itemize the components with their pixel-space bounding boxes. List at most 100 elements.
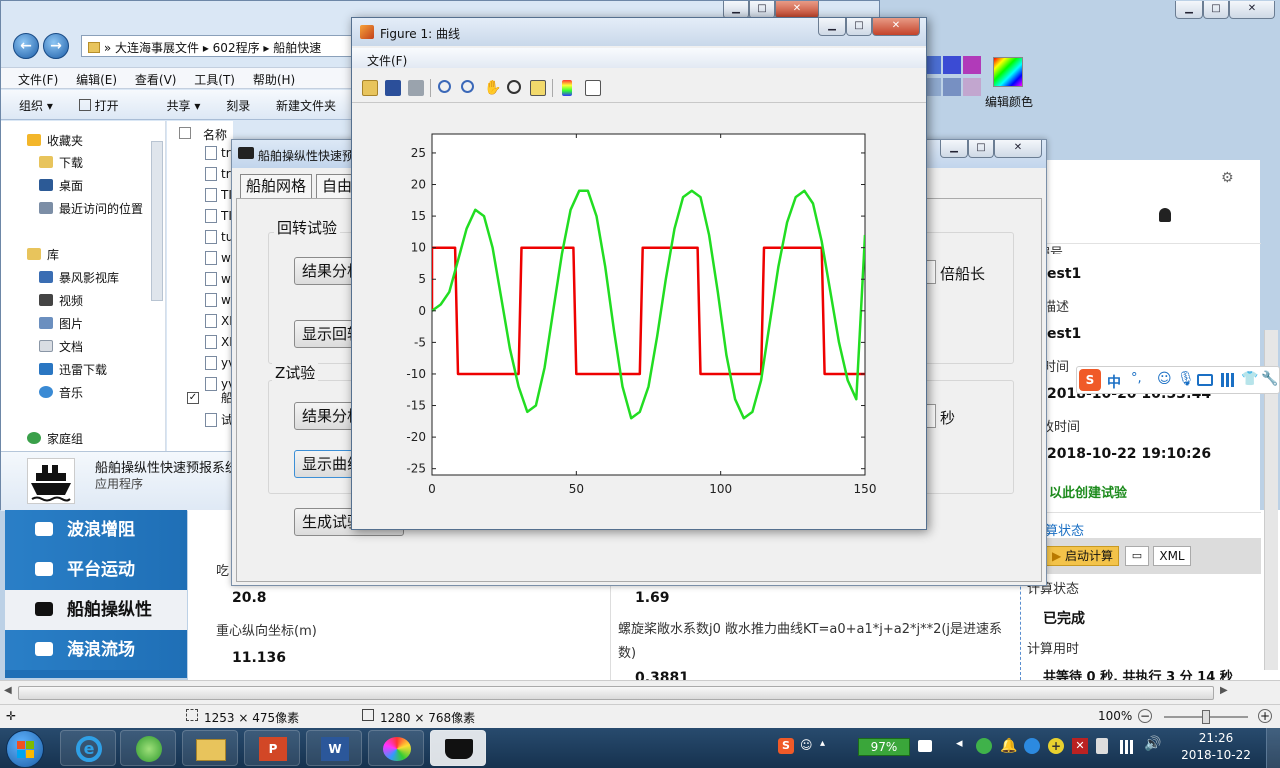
zoom-in-button[interactable]: + <box>1258 709 1272 723</box>
battery-percent[interactable]: 97% <box>858 738 910 756</box>
share-button[interactable]: 共享 ▾ <box>167 97 201 114</box>
nav-item-ship-maneuver[interactable]: 船舶操纵性 <box>5 590 187 630</box>
forward-icon[interactable]: → <box>43 33 69 59</box>
tree-favorites[interactable]: 收藏夹 <box>27 131 83 151</box>
word-taskbar-icon[interactable]: W <box>306 730 362 766</box>
file-checkbox-checked[interactable]: ✓ <box>187 392 199 404</box>
powerpoint-taskbar-icon[interactable]: P <box>244 730 300 766</box>
wrench-icon[interactable]: 🔧 <box>1261 371 1278 387</box>
dialog-close-button[interactable]: ✕ <box>994 140 1042 158</box>
nav-scrollbar[interactable] <box>151 141 163 301</box>
nav-item-platform-motion[interactable]: 平台运动 <box>5 550 187 590</box>
save-icon[interactable] <box>385 80 401 96</box>
dialog-maximize-button[interactable]: □ <box>968 140 994 158</box>
figure-minimize-button[interactable]: ▁ <box>818 18 846 36</box>
menu-help[interactable]: 帮助(H) <box>246 68 302 91</box>
breadcrumb-item[interactable]: 602程序 <box>213 41 260 55</box>
ie-taskbar-icon[interactable]: e <box>60 730 116 766</box>
burn-button[interactable]: 刻录 <box>226 97 250 114</box>
select-all-checkbox[interactable] <box>179 127 191 139</box>
paint-minimize-button[interactable]: ▁ <box>1175 1 1203 19</box>
tree-item-lib[interactable]: 音乐 <box>39 383 83 403</box>
breadcrumb-item[interactable]: 大连海事展文件 <box>115 41 199 55</box>
browser-taskbar-icon[interactable] <box>120 730 176 766</box>
volume-icon[interactable]: 🔊 <box>1144 736 1161 752</box>
tray-expand-icon[interactable]: ▴ <box>820 738 825 749</box>
notification-arrow-icon[interactable]: ◂ <box>956 736 963 751</box>
color-swatch[interactable] <box>943 78 961 96</box>
figure-maximize-button[interactable]: □ <box>846 18 872 36</box>
back-icon[interactable]: ← <box>13 33 39 59</box>
start-button[interactable] <box>6 730 44 768</box>
bell-icon[interactable]: 🔔 <box>1000 738 1017 754</box>
ime-lang[interactable]: 中 <box>1107 372 1121 392</box>
figure-menu-file[interactable]: 文件(F) <box>367 54 407 68</box>
zoom-slider-thumb[interactable] <box>1202 710 1210 724</box>
clock-time[interactable]: 21:26 <box>1176 731 1256 745</box>
breadcrumb-item[interactable]: 船舶快速 <box>273 41 321 55</box>
colorbar-icon[interactable] <box>562 80 572 96</box>
paint-taskbar-icon[interactable] <box>368 730 424 766</box>
color-swatch[interactable] <box>963 78 981 96</box>
tree-item-lib[interactable]: 暴风影视库 <box>39 268 119 288</box>
monitor-icon[interactable]: ▭ <box>1125 546 1149 566</box>
color-swatch[interactable] <box>943 56 961 74</box>
zoom-out-button[interactable]: − <box>1138 709 1152 723</box>
tree-item-lib[interactable]: 迅雷下载 <box>39 360 107 380</box>
shield-icon[interactable] <box>1024 738 1040 754</box>
menu-edit[interactable]: 编辑(E) <box>69 68 124 91</box>
scroll-left-arrow[interactable]: ◀ <box>4 685 12 696</box>
pan-icon[interactable]: ✋ <box>484 80 501 96</box>
color-swatch[interactable] <box>927 78 941 96</box>
edit-colors-label[interactable]: 编辑颜色 <box>985 93 1033 110</box>
start-calc-button[interactable]: ▶ 启动计算 <box>1043 546 1119 566</box>
open-file-icon[interactable] <box>362 80 378 96</box>
tree-item-lib[interactable]: 图片 <box>39 314 83 334</box>
user-icon[interactable] <box>1159 208 1171 222</box>
zoom-out-icon[interactable] <box>461 80 474 93</box>
data-cursor-icon[interactable] <box>530 80 546 96</box>
sogou-tray-icon[interactable]: S <box>778 738 794 754</box>
paint-maximize-button[interactable]: □ <box>1203 1 1229 19</box>
figure-close-button[interactable]: ✕ <box>872 18 920 36</box>
ship-app-taskbar-icon[interactable] <box>430 730 486 766</box>
tab-ship-mesh[interactable]: 船舶网格 <box>240 174 313 198</box>
tree-item-desktop[interactable]: 桌面 <box>39 176 83 196</box>
horizontal-scrollbar[interactable]: ◀ ▶ <box>0 680 1280 704</box>
ime-punct-icon[interactable]: °, <box>1131 371 1142 386</box>
network-signal-icon[interactable] <box>1120 740 1136 754</box>
menu-file[interactable]: 文件(F) <box>11 68 65 91</box>
tree-item-downloads[interactable]: 下载 <box>39 153 83 173</box>
clock-date[interactable]: 2018-10-22 <box>1176 748 1256 762</box>
scroll-right-arrow[interactable]: ▶ <box>1220 685 1228 696</box>
grid-icon[interactable] <box>1221 373 1235 387</box>
print-icon[interactable] <box>408 80 424 96</box>
open-button[interactable]: 打开 <box>78 97 141 114</box>
flag-icon[interactable]: ✕ <box>1072 738 1088 754</box>
tray-app-icon[interactable] <box>976 738 992 754</box>
new-folder-button[interactable]: 新建文件夹 <box>276 97 336 114</box>
edit-colors-icon[interactable] <box>993 57 1023 87</box>
tree-homegroup[interactable]: 家庭组 <box>27 429 83 449</box>
tree-item-lib[interactable]: 文档 <box>39 337 83 357</box>
plus-icon[interactable]: + <box>1048 738 1064 754</box>
menu-view[interactable]: 查看(V) <box>128 68 184 91</box>
settings-icon[interactable]: ⚙ <box>1221 170 1234 186</box>
xml-button[interactable]: XML <box>1153 546 1191 566</box>
tree-item-recent[interactable]: 最近访问的位置 <box>39 199 143 219</box>
show-desktop-button[interactable] <box>1266 728 1280 768</box>
nav-item-wave-resistance[interactable]: 波浪增阻 <box>5 510 187 550</box>
keyboard-icon[interactable] <box>1197 374 1213 386</box>
usb-icon[interactable] <box>1096 738 1108 754</box>
address-bar[interactable]: » 大连海事展文件 ▸ 602程序 ▸ 船舶快速 <box>81 35 371 57</box>
shirt-icon[interactable]: 👕 <box>1241 371 1258 387</box>
explorer-taskbar-icon[interactable] <box>182 730 238 766</box>
tree-item-lib[interactable]: 视频 <box>39 291 83 311</box>
emoji-icon[interactable]: ☺ <box>1157 371 1172 387</box>
power-icon[interactable] <box>918 740 932 752</box>
nav-item-wave-flow[interactable]: 海浪流场 <box>5 630 187 670</box>
color-swatch[interactable] <box>963 56 981 74</box>
color-swatch[interactable] <box>927 56 941 74</box>
column-header-name[interactable]: 名称 <box>203 126 227 143</box>
organize-button[interactable]: 组织 ▾ <box>19 97 53 114</box>
